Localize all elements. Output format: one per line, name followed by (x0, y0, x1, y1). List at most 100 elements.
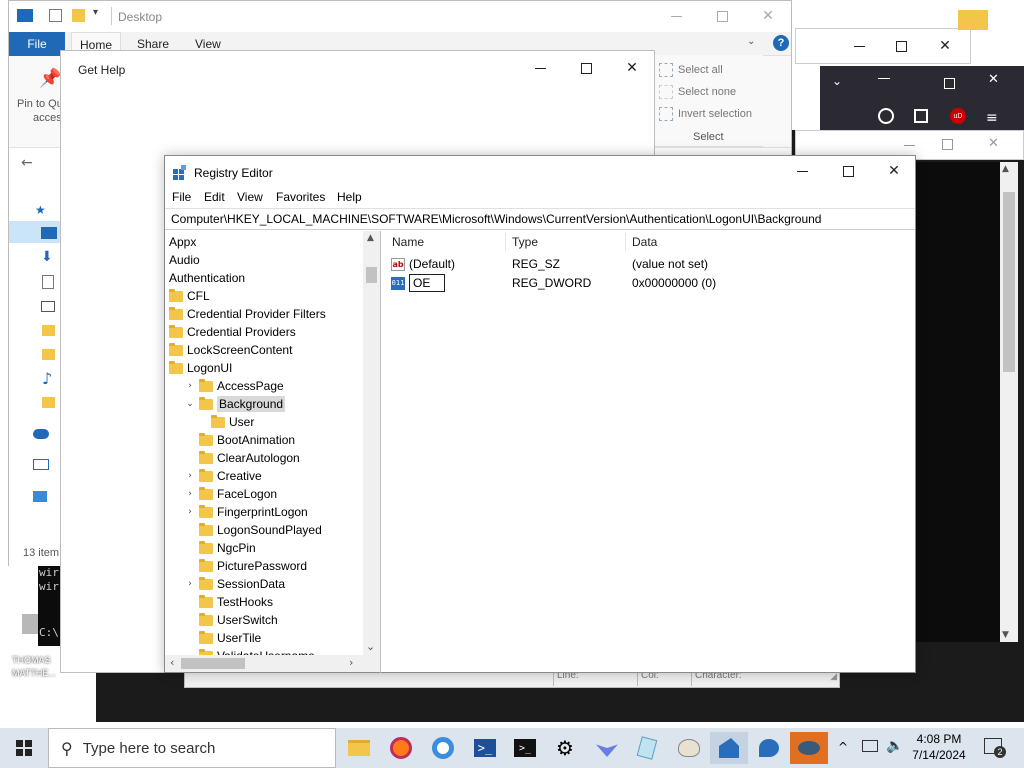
menu-help[interactable]: Help (337, 190, 362, 204)
notification-icon[interactable]: 2 (984, 738, 1006, 758)
column-header-type[interactable]: Type (512, 235, 538, 249)
app-taskbar-icon[interactable] (588, 732, 626, 764)
menu-view[interactable]: View (237, 190, 263, 204)
properties-icon[interactable] (49, 9, 62, 22)
tree-item[interactable]: BootAnimation (185, 431, 295, 449)
maximize-button[interactable] (878, 31, 924, 61)
tree-vertical-scrollbar[interactable]: ▲ ⌄ (363, 231, 380, 655)
close-button[interactable]: ✕ (871, 156, 917, 186)
new-folder-icon[interactable] (72, 9, 85, 22)
menu-file[interactable]: File (172, 190, 191, 204)
tab-view[interactable]: View (195, 37, 221, 51)
chrome-taskbar-icon[interactable] (424, 732, 462, 764)
pictures-icon[interactable] (41, 301, 55, 312)
chevron-down-icon[interactable]: ⌄ (747, 36, 755, 47)
desktop-item-icon[interactable] (22, 614, 38, 634)
help-icon[interactable]: ? (773, 35, 789, 51)
table-row[interactable]: ab (Default) REG_SZ (value not set) (391, 255, 911, 273)
maximize-icon[interactable] (944, 78, 955, 89)
extensions-icon[interactable] (914, 109, 928, 123)
ublock-icon[interactable]: uD (950, 108, 966, 124)
pin-icon[interactable]: 📌 (39, 68, 61, 89)
music-icon[interactable]: ♪ (42, 369, 52, 388)
regedit-taskbar-icon[interactable] (710, 732, 748, 764)
clock-date[interactable]: 7/14/2024 (910, 748, 968, 762)
tab-share[interactable]: Share (137, 37, 169, 51)
resize-grip-icon[interactable]: ◢ (830, 672, 837, 682)
tree-item[interactable]: LogonUI (169, 359, 232, 377)
tree-item[interactable]: › FingerprintLogon (185, 503, 308, 521)
maximize-button[interactable] (699, 1, 745, 31)
close-button[interactable]: ✕ (922, 31, 968, 61)
folder-icon[interactable] (42, 397, 55, 408)
invert-selection-button[interactable]: Invert selection (678, 108, 752, 120)
chevron-right-icon[interactable]: › (185, 489, 195, 499)
folder-icon[interactable] (42, 349, 55, 360)
close-icon[interactable]: ✕ (988, 72, 999, 87)
minimize-button[interactable] (779, 156, 825, 186)
paint-taskbar-icon[interactable] (670, 732, 708, 764)
settings-taskbar-icon[interactable]: ⚙ (546, 732, 584, 764)
folder-icon[interactable] (42, 325, 55, 336)
this-pc-icon[interactable] (33, 459, 49, 470)
tree-item[interactable]: › FaceLogon (185, 485, 277, 503)
chevron-right-icon[interactable]: › (185, 471, 195, 481)
tree-item[interactable]: NgcPin (185, 539, 256, 557)
star-icon[interactable]: ★ (35, 203, 46, 217)
tree-item[interactable]: TestHooks (185, 593, 273, 611)
powershell-taskbar-icon[interactable]: >_ (466, 732, 504, 764)
tree-item[interactable]: CFL (169, 287, 210, 305)
tree-item[interactable]: › SessionData (185, 575, 285, 593)
tree-item[interactable]: › Creative (185, 467, 262, 485)
menu-icon[interactable]: ≡ (986, 110, 998, 126)
tree-item[interactable]: UserTile (185, 629, 261, 647)
downloads-icon[interactable]: ⬇ (41, 249, 53, 265)
select-none-button[interactable]: Select none (678, 86, 736, 98)
account-icon[interactable] (878, 108, 894, 124)
app-taskbar-icon-2[interactable] (790, 732, 828, 764)
file-explorer-taskbar-icon[interactable] (340, 732, 378, 764)
customize-toolbar-icon[interactable]: ▾ (93, 7, 98, 18)
tree-item[interactable]: Credential Provider Filters (169, 305, 326, 323)
chevron-down-icon[interactable]: ⌄ (832, 74, 842, 88)
address-bar[interactable]: Computer\HKEY_LOCAL_MACHINE\SOFTWARE\Mic… (165, 208, 915, 230)
rename-value-input[interactable] (409, 274, 445, 292)
taskbar-search-box[interactable]: ⚲ Type here to search (48, 728, 336, 768)
desktop-folder-icon[interactable] (958, 10, 988, 30)
minimize-button[interactable] (836, 31, 882, 61)
chevron-up-icon[interactable]: ^ (838, 740, 848, 754)
tree-item[interactable]: › AccessPage (185, 377, 284, 395)
tree-item[interactable]: Authentication (169, 269, 245, 287)
chevron-down-icon[interactable]: ⌄ (185, 399, 195, 409)
tree-item[interactable]: LockScreenContent (169, 341, 292, 359)
tree-item[interactable]: ⌄ Background (185, 395, 286, 413)
select-all-button[interactable]: Select all (678, 64, 723, 76)
tree-item[interactable]: UserSwitch (185, 611, 278, 629)
get-help-taskbar-icon[interactable] (750, 732, 788, 764)
network-icon[interactable] (33, 491, 47, 502)
maximize-button[interactable] (563, 53, 609, 83)
tree-item[interactable]: Audio (169, 251, 200, 269)
column-header-data[interactable]: Data (632, 235, 657, 249)
table-row[interactable]: 011 REG_DWORD 0x00000000 (0) (391, 274, 911, 292)
tree-item[interactable]: ClearAutologon (185, 449, 300, 467)
onedrive-icon[interactable] (33, 429, 49, 439)
tree-item[interactable]: User (197, 413, 254, 431)
tree-item[interactable]: Credential Providers (169, 323, 296, 341)
firefox-taskbar-icon[interactable] (382, 732, 420, 764)
tree-scroll-thumb[interactable] (366, 267, 377, 283)
tree-item[interactable]: LogonSoundPlayed (185, 521, 322, 539)
tab-file[interactable]: File (9, 32, 65, 56)
notepad-taskbar-icon[interactable] (628, 732, 666, 764)
clock-time[interactable]: 4:08 PM (912, 732, 966, 746)
chevron-right-icon[interactable]: › (185, 579, 195, 589)
minimize-button[interactable] (517, 53, 563, 83)
network-icon[interactable] (862, 740, 878, 752)
menu-favorites[interactable]: Favorites (276, 190, 325, 204)
back-arrow-icon[interactable]: ← (21, 155, 33, 171)
terminal-taskbar-icon[interactable]: >_ (506, 732, 544, 764)
terminal-scrollbar[interactable]: ▲ ▼ (1000, 162, 1018, 642)
tree-hscroll-thumb[interactable] (181, 658, 245, 669)
chevron-right-icon[interactable]: › (185, 507, 195, 517)
close-button[interactable]: ✕ (609, 53, 655, 83)
